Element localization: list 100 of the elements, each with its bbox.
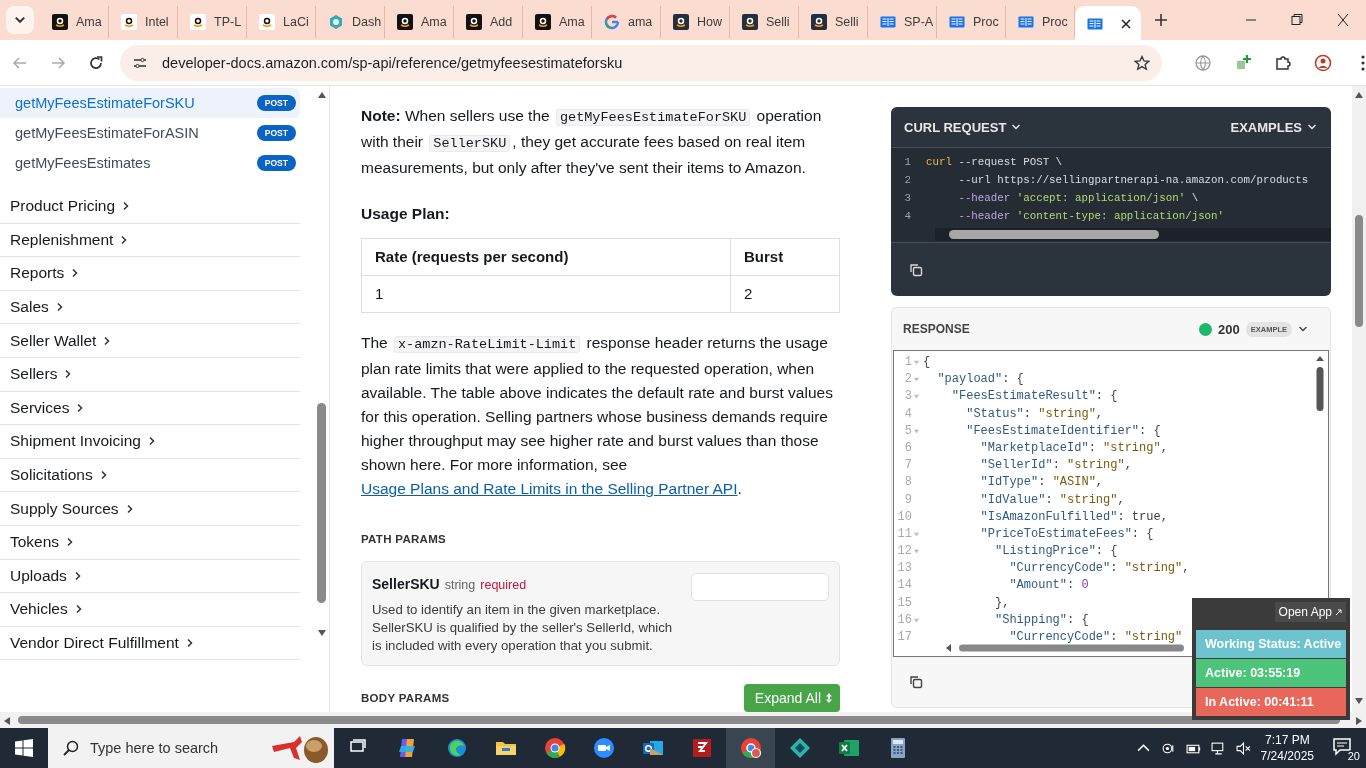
- scroll-up-icon[interactable]: [1355, 92, 1363, 98]
- line-number: 7: [903, 457, 912, 475]
- browser-tab[interactable]: Ama: [385, 6, 454, 38]
- profile-icon[interactable]: [1314, 53, 1332, 72]
- amazon-icon: [811, 14, 827, 30]
- required-label: required: [480, 577, 527, 594]
- sidebar-endpoint[interactable]: getMyFeesEstimates POST: [0, 148, 300, 178]
- horizontal-scrollbar[interactable]: [944, 643, 1184, 653]
- video-chat-icon[interactable]: [591, 736, 616, 760]
- scroll-left-icon[interactable]: [4, 717, 10, 725]
- globe-icon[interactable]: [1194, 53, 1212, 72]
- volume-muted-icon[interactable]: [1235, 740, 1251, 756]
- browser-tab[interactable]: Selli: [799, 6, 868, 38]
- scroll-down-icon[interactable]: [318, 630, 326, 636]
- sidebar-section[interactable]: Reports: [10, 264, 65, 283]
- code-line: "IdValue": "string",: [979, 491, 1125, 509]
- extensions-icon[interactable]: [1274, 53, 1292, 72]
- sidebar-endpoint[interactable]: getMyFeesEstimateForASIN POST: [0, 118, 300, 148]
- sidebar-section[interactable]: Seller Wallet: [10, 331, 97, 350]
- open-app-button[interactable]: Open App: [1274, 602, 1346, 622]
- scroll-up-icon[interactable]: [318, 92, 326, 98]
- scroll-right-icon[interactable]: [1356, 717, 1362, 725]
- docs-link[interactable]: Usage Plans and Rate Limits in the Selling Partner API: [361, 480, 738, 497]
- sidebar-section[interactable]: Sales: [10, 298, 49, 317]
- bookmark-star-icon[interactable]: [1134, 54, 1150, 71]
- horizontal-scrollbar[interactable]: [935, 228, 1331, 241]
- copy-icon[interactable]: [908, 261, 924, 278]
- code-line: "CurrencyCode": "string",: [1008, 560, 1190, 578]
- browser-tab[interactable]: Proc: [937, 6, 1006, 38]
- sidebar-section[interactable]: Vehicles: [10, 600, 68, 619]
- code-line: curl --request POST \: [926, 155, 1063, 170]
- code-line: --header 'content-type: application/json': [957, 209, 1225, 224]
- line-number: 11: [896, 525, 912, 543]
- browser-tab[interactable]: Intel: [109, 6, 178, 38]
- sidebar-section[interactable]: Sellers: [10, 365, 58, 384]
- line-number: 17: [896, 629, 912, 646]
- sidebar-section[interactable]: Vendor Direct Fulfillment: [10, 634, 179, 652]
- code-line: "PriceToEstimateFees": {: [979, 525, 1154, 543]
- clock-time[interactable]: 7:17 PM: [1260, 732, 1314, 748]
- extension-plus-icon[interactable]: [1234, 53, 1252, 72]
- browser-tab[interactable]: TP-L: [178, 6, 247, 38]
- sidebar-section[interactable]: Shipment Invoicing: [10, 432, 141, 451]
- new-tab-icon[interactable]: [1153, 12, 1169, 28]
- browser-tab[interactable]: Ama: [523, 6, 592, 38]
- code-line: "IsAmazonFulfilled": true,: [979, 508, 1168, 526]
- sidebar-section[interactable]: Solicitations: [10, 466, 93, 485]
- chrome-icon[interactable]: [542, 736, 567, 760]
- param-input-field[interactable]: [691, 573, 829, 601]
- code-line: "ListingPrice": {: [994, 543, 1118, 561]
- sidebar-endpoint[interactable]: getMyFeesEstimateForSKU POST: [0, 88, 300, 118]
- external-link-icon: [1335, 608, 1342, 616]
- amazon-icon: [190, 14, 206, 30]
- sidebar-section[interactable]: Product Pricing: [10, 197, 116, 216]
- scrollbar-thumb[interactable]: [317, 403, 326, 603]
- code-line: "Status": "string",: [965, 405, 1104, 423]
- panel-title[interactable]: CURL REQUEST: [904, 119, 1007, 135]
- close-icon[interactable]: [1121, 19, 1131, 29]
- browser-tab[interactable]: LaCi: [247, 6, 316, 38]
- clock-date[interactable]: 7/24/2025: [1260, 748, 1314, 764]
- sidebar-section[interactable]: Services: [10, 398, 70, 417]
- code-line: "CurrencyCode": "string": [1008, 629, 1183, 646]
- hexagon-icon: [328, 14, 344, 30]
- examples-dropdown[interactable]: EXAMPLES: [1230, 119, 1302, 135]
- browser-tab[interactable]: [1075, 6, 1141, 42]
- sidebar-section[interactable]: Replenishment: [10, 230, 114, 249]
- line-number: 13: [896, 560, 912, 578]
- horizontal-scrollbar[interactable]: [0, 712, 1366, 728]
- browser-tab[interactable]: How: [661, 6, 730, 38]
- section-heading: PATH PARAMS: [361, 532, 448, 547]
- copy-icon[interactable]: [908, 674, 924, 690]
- chevron-down-icon: [1298, 324, 1308, 334]
- amazon-icon: [121, 14, 137, 30]
- browser-tab[interactable]: Add: [454, 6, 523, 38]
- scrollbar-thumb[interactable]: [1355, 215, 1363, 327]
- browser-profile-icon[interactable]: [738, 736, 763, 760]
- address-bar[interactable]: developer-docs.amazon.com/sp-api/reference/getmyfeesestimateforsku: [120, 44, 1162, 81]
- sidebar-section[interactable]: Uploads: [10, 566, 67, 585]
- line-number: 3: [903, 191, 912, 206]
- sidebar-section[interactable]: Supply Sources: [10, 499, 119, 518]
- chevron-down-icon: [1011, 122, 1022, 132]
- method-badge: POST: [256, 155, 296, 171]
- column-header: Rate (requests per second): [361, 238, 731, 276]
- browser-tab[interactable]: ama: [592, 6, 661, 38]
- code-line: "SellerId": "string",: [979, 457, 1132, 475]
- code-line: {: [923, 354, 931, 371]
- browser-tab[interactable]: Dash: [316, 6, 385, 38]
- taskbar-search-field[interactable]: Type here to search: [48, 728, 334, 768]
- sidebar-section[interactable]: Tokens: [10, 533, 60, 552]
- reload-icon[interactable]: [88, 54, 104, 71]
- status-bar: Active: 03:55:19: [1196, 659, 1346, 687]
- start-icon[interactable]: [15, 739, 33, 757]
- page-scrollbar[interactable]: [1352, 86, 1366, 712]
- browser-tab[interactable]: Selli: [730, 6, 799, 38]
- scroll-down-icon[interactable]: [1355, 698, 1363, 704]
- method-badge: POST: [256, 95, 296, 111]
- tab-list-button[interactable]: [6, 6, 34, 34]
- browser-tab[interactable]: SP-A: [868, 6, 937, 38]
- network-icon[interactable]: [1210, 740, 1226, 756]
- book-icon: [1018, 14, 1034, 30]
- browser-tab[interactable]: Ama: [40, 6, 109, 38]
